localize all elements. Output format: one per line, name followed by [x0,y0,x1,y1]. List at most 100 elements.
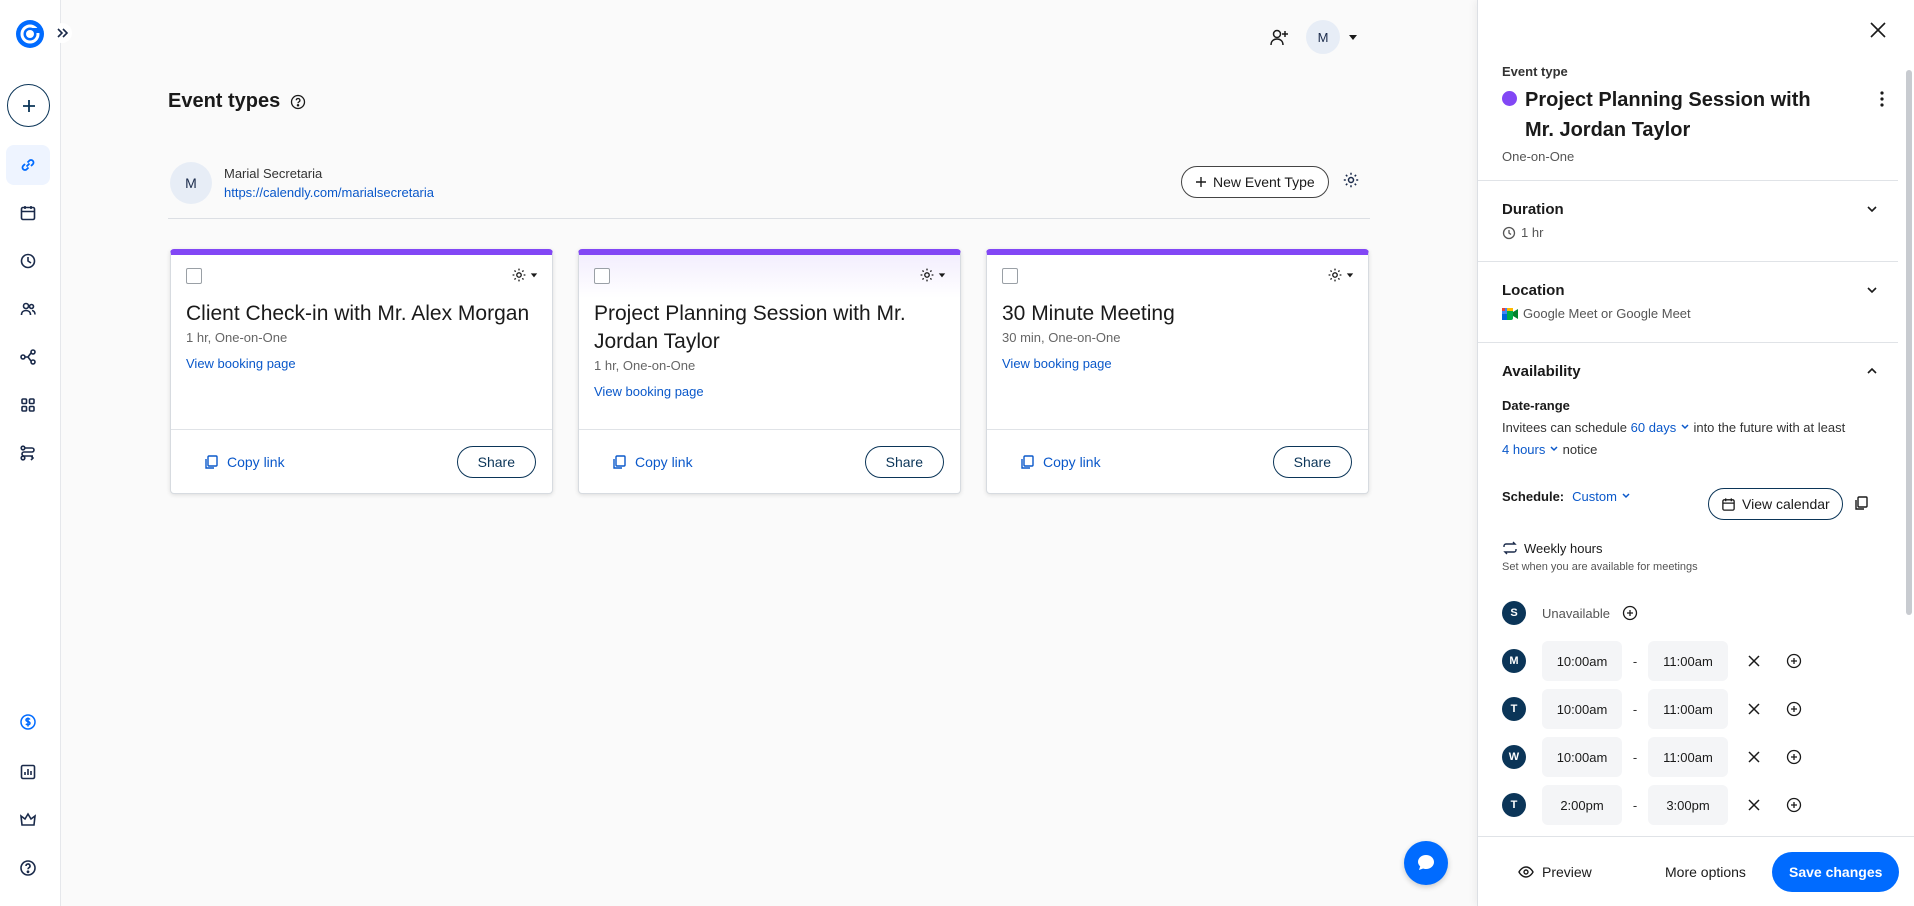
apps-icon[interactable] [13,390,43,420]
copy-link-button[interactable]: Copy link [611,454,693,470]
user-scheduling-link[interactable]: https://calendly.com/marialsecretaria [224,185,434,200]
end-time-input[interactable]: 11:00am [1648,737,1728,777]
more-options-button[interactable]: More options [1665,864,1746,880]
remove-interval-icon[interactable] [1742,745,1766,769]
google-meet-icon [1502,307,1518,320]
end-time-input[interactable]: 11:00am [1648,689,1728,729]
analytics-icon[interactable] [13,757,43,787]
card-settings-menu[interactable] [919,267,946,283]
chevron-down-icon[interactable] [1866,203,1878,215]
schedule-select[interactable]: Custom [1572,489,1630,504]
duration-title: Duration [1502,201,1564,218]
add-interval-icon[interactable] [1782,793,1806,817]
hours-select[interactable]: 4 hours [1502,442,1559,457]
card-subtitle: 30 min, One-on-One [1002,330,1121,345]
help-icon[interactable] [13,853,43,883]
date-range-text-3: notice [1562,442,1598,457]
close-icon[interactable] [1868,20,1888,40]
calendly-logo[interactable] [14,18,46,50]
days-select[interactable]: 60 days [1631,420,1690,435]
crown-icon[interactable] [13,805,43,835]
event-kind: One-on-One [1502,149,1575,164]
preview-button[interactable]: Preview [1518,864,1592,880]
start-time-input[interactable]: 10:00am [1542,689,1622,729]
add-interval-icon[interactable] [1782,697,1806,721]
day-letter: T [1502,697,1526,721]
event-card[interactable]: 30 Minute Meeting 30 min, One-on-One Vie… [986,249,1369,494]
more-vertical-icon[interactable] [1879,90,1885,108]
day-row-sunday: S Unavailable [1502,601,1642,625]
remove-interval-icon[interactable] [1742,649,1766,673]
create-button[interactable] [7,84,50,127]
card-title: 30 Minute Meeting [1002,302,1175,325]
user-avatar: M [170,162,212,204]
workflow-icon[interactable] [13,342,43,372]
link-icon[interactable] [6,145,50,185]
save-changes-button[interactable]: Save changes [1772,851,1900,892]
share-button[interactable]: Share [456,445,536,478]
availability-section: Availability Date-range Invitees can sch… [1478,342,1898,842]
eye-icon [1518,865,1534,878]
share-button[interactable]: Share [1272,445,1352,478]
card-checkbox[interactable] [594,268,610,284]
location-value: Google Meet or Google Meet [1523,306,1691,321]
card-checkbox[interactable] [186,268,202,284]
view-calendar-button[interactable]: View calendar [1708,488,1843,520]
location-section[interactable]: Location Google Meet or Google Meet [1478,261,1898,342]
settings-gear-icon[interactable] [1342,171,1360,189]
remove-interval-icon[interactable] [1742,697,1766,721]
caret-down-icon [1346,273,1354,278]
card-settings-menu[interactable] [511,267,538,283]
page-title-text: Event types [168,90,281,112]
date-range-text: Invitees can schedule 60 days into the f… [1502,417,1874,461]
panel-scrollbar[interactable] [1906,70,1912,615]
chevron-up-icon[interactable] [1866,365,1878,377]
chat-support-button[interactable] [1404,841,1448,885]
copy-link-button[interactable]: Copy link [203,454,285,470]
share-button[interactable]: Share [864,445,944,478]
routing-icon[interactable] [13,438,43,468]
new-event-type-button[interactable]: New Event Type [1181,166,1329,198]
caret-down-icon [938,273,946,278]
card-checkbox[interactable] [1002,268,1018,284]
add-interval-icon[interactable] [1782,745,1806,769]
account-avatar[interactable]: M [1306,20,1340,54]
day-row-thursday: T 2:00pm - 3:00pm [1502,785,1806,825]
clock-icon[interactable] [13,246,43,276]
caret-down-icon [530,273,538,278]
view-booking-page-link[interactable]: View booking page [594,384,945,399]
people-icon[interactable] [13,294,43,324]
top-bar: M [1268,20,1358,54]
start-time-input[interactable]: 10:00am [1542,641,1622,681]
add-interval-icon[interactable] [1618,601,1642,625]
event-card[interactable]: Project Planning Session with Mr. Jordan… [578,249,961,494]
page-title: Event types [168,90,306,113]
start-time-input[interactable]: 10:00am [1542,737,1622,777]
view-booking-page-link[interactable]: View booking page [1002,356,1353,371]
add-interval-icon[interactable] [1782,649,1806,673]
chevron-down-icon[interactable] [1348,32,1358,42]
calendar-icon[interactable] [13,198,43,228]
copy-link-button[interactable]: Copy link [1019,454,1101,470]
end-time-input[interactable]: 11:00am [1648,641,1728,681]
dollar-icon[interactable] [13,707,43,737]
card-settings-menu[interactable] [1327,267,1354,283]
chat-icon [1418,855,1434,870]
duration-section[interactable]: Duration 1 hr [1478,180,1898,261]
gear-icon [920,268,934,282]
event-card[interactable]: Client Check-in with Mr. Alex Morgan 1 h… [170,249,553,494]
expand-icon[interactable] [52,23,72,43]
day-letter: M [1502,649,1526,673]
help-circle-icon[interactable] [290,94,306,110]
start-time-input[interactable]: 2:00pm [1542,785,1622,825]
view-booking-page-link[interactable]: View booking page [186,356,537,371]
card-subtitle: 1 hr, One-on-One [186,330,288,345]
copy-link-label: Copy link [227,453,285,470]
card-subtitle: 1 hr, One-on-One [594,358,696,373]
chevron-down-icon [1550,446,1558,452]
invite-user-icon[interactable] [1268,26,1290,48]
chevron-down-icon[interactable] [1866,284,1878,296]
end-time-input[interactable]: 3:00pm [1648,785,1728,825]
remove-interval-icon[interactable] [1742,793,1766,817]
copy-schedule-icon[interactable] [1853,495,1869,511]
